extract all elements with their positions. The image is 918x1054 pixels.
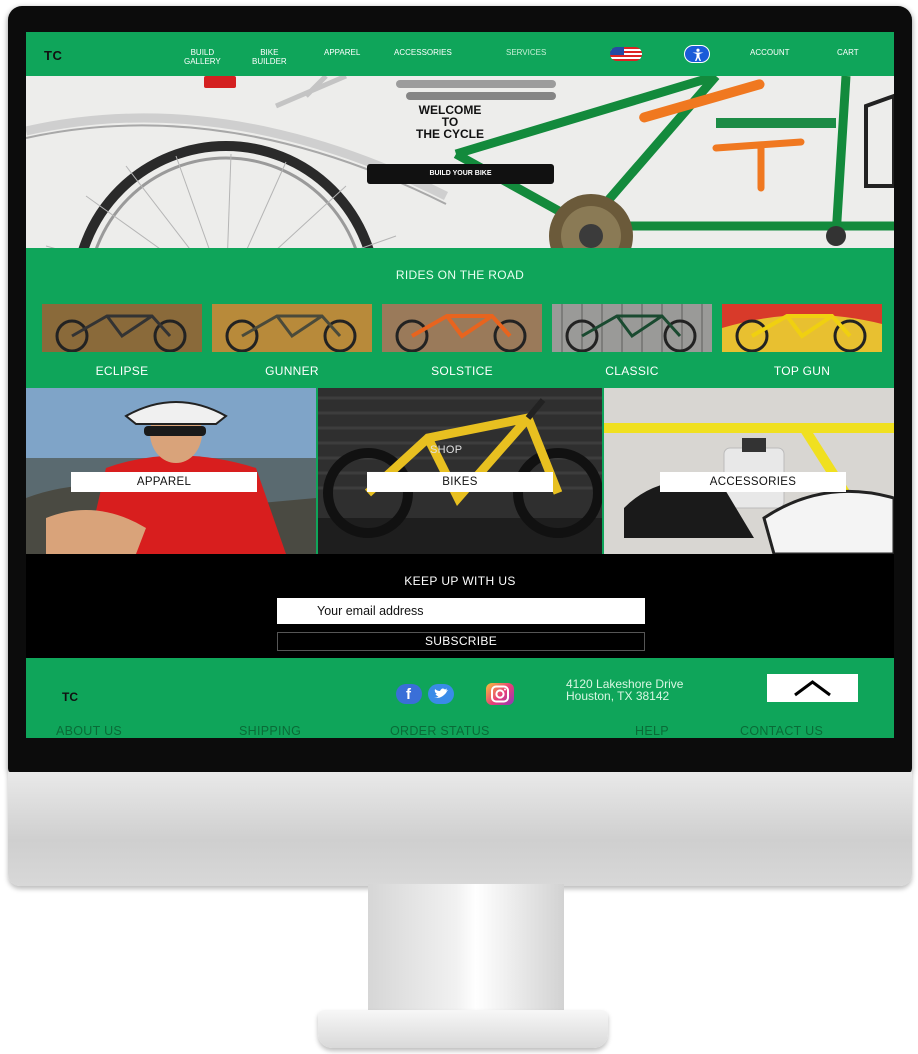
website-screen: TC BUILD GALLERY BIKE BUILDER APPAREL AC… [26,32,894,738]
footer-link-contact-us[interactable]: CONTACT US [740,724,823,738]
footer-link-order-status[interactable]: ORDER STATUS [390,724,490,738]
footer-link-help[interactable]: HELP [635,724,669,738]
nav-link-cart[interactable]: CART [837,48,859,57]
email-input[interactable] [277,598,645,624]
ride-image [42,304,202,352]
apparel-photo [26,388,316,554]
newsletter-section: KEEP UP WITH US SUBSCRIBE [26,554,894,658]
footer: TC f 4120 Lakeshore Drive Houston, TX 38… [26,658,894,738]
instagram-icon[interactable] [486,683,514,705]
rides-heading: RIDES ON THE ROAD [395,268,525,282]
category-bikes-panel[interactable]: SHOP BIKES [318,388,602,554]
category-accessories-panel[interactable]: ACCESSORIES [604,388,894,554]
ride-name: TOP GUN [773,364,831,378]
shop-label: SHOP [430,444,463,456]
nav-link-accessories[interactable]: ACCESSORIES [394,48,452,57]
ride-image [552,304,712,352]
bikes-category-button[interactable]: BIKES [367,472,553,492]
twitter-icon[interactable] [428,684,454,704]
ride-image [382,304,542,352]
store-address: 4120 Lakeshore Drive Houston, TX 38142 [566,678,683,702]
ride-card-solstice[interactable]: SOLSTICE [382,304,542,384]
address-line: Houston, TX 38142 [566,689,670,703]
newsletter-heading: KEEP UP WITH US [404,574,516,588]
ride-name: SOLSTICE [431,364,493,378]
navbar: TC BUILD GALLERY BIKE BUILDER APPAREL AC… [26,32,894,76]
monitor-stand-base [318,1010,608,1048]
hero-bike-image [26,76,894,248]
apparel-category-button[interactable]: APPAREL [71,472,257,492]
build-your-bike-button[interactable]: BUILD YOUR BIKE [367,164,554,184]
ride-card-eclipse[interactable]: ECLIPSE [42,304,202,384]
subscribe-button[interactable]: SUBSCRIBE [277,632,645,651]
accessories-category-button[interactable]: ACCESSORIES [660,472,846,492]
monitor-chin [8,772,912,886]
ride-image [212,304,372,352]
bikes-photo [318,388,602,554]
us-flag-icon[interactable] [610,47,642,61]
monitor-stand-neck [368,884,564,1014]
ride-name: ECLIPSE [95,364,149,378]
hero-title-line: THE CYCLE [415,127,484,141]
ride-card-gunner[interactable]: GUNNER [212,304,372,384]
ride-image [722,304,882,352]
back-to-top-button[interactable] [767,674,858,702]
nav-link-build-gallery[interactable]: BUILD GALLERY [184,48,221,66]
footer-logo[interactable]: TC [62,690,78,704]
nav-link-account[interactable]: ACCOUNT [750,48,790,57]
nav-link-bike-builder[interactable]: BIKE BUILDER [252,48,287,66]
hero-banner: WELCOME TO THE CYCLE BUILD YOUR BIKE [26,76,894,248]
footer-link-about-us[interactable]: ABOUT US [56,724,122,738]
nav-link-apparel[interactable]: APPAREL [324,48,360,57]
footer-link-shipping[interactable]: SHIPPING [239,724,301,738]
hero-title: WELCOME TO THE CYCLE [378,104,522,140]
category-apparel-panel[interactable]: APPAREL [26,388,316,554]
ride-name: GUNNER [265,364,319,378]
ride-card-top-gun[interactable]: TOP GUN [722,304,882,384]
chevron-up-icon [794,680,831,697]
ride-name: CLASSIC [605,364,659,378]
nav-logo[interactable]: TC [44,48,62,63]
nav-link-services[interactable]: SERVICES [506,48,546,57]
ride-card-classic[interactable]: CLASSIC [552,304,712,384]
accessibility-icon[interactable] [684,45,710,63]
facebook-icon[interactable]: f [396,684,422,704]
accessories-photo [604,388,894,554]
